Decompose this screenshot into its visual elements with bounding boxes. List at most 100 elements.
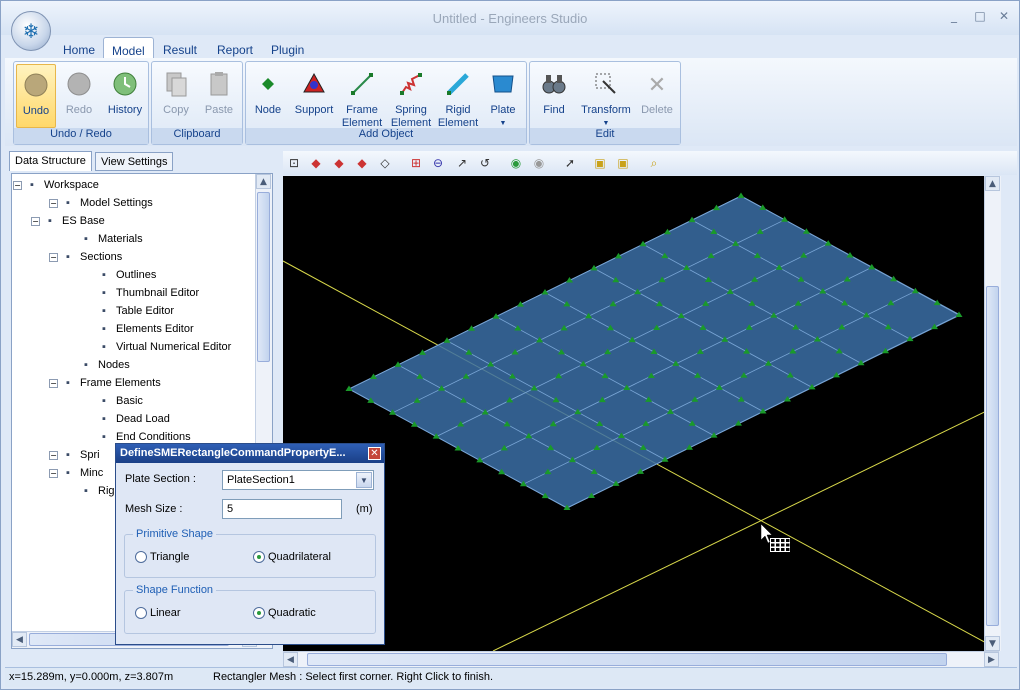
radio-quadrilateral[interactable]: Quadrilateral: [253, 551, 331, 564]
delete-button[interactable]: ✕ Delete: [636, 64, 678, 117]
tab-view-settings[interactable]: View Settings: [95, 152, 174, 171]
redo-button[interactable]: Redo: [58, 64, 100, 117]
close-button[interactable]: ✕: [995, 9, 1013, 25]
transform-button[interactable]: Transform ▼: [578, 64, 634, 130]
tree-item[interactable]: ▪ Dead Load: [96, 410, 170, 428]
tree-item[interactable]: ▪ Materials: [78, 230, 143, 248]
scroll-up-icon[interactable]: ▲: [985, 176, 1000, 191]
scroll-thumb[interactable]: [986, 286, 999, 626]
view-iso-icon[interactable]: ◇: [376, 154, 394, 172]
tree-expander[interactable]: −: [13, 181, 22, 190]
tree-item[interactable]: ▪ Spri: [60, 446, 100, 464]
find-button[interactable]: Find: [534, 64, 574, 117]
frame-element-button[interactable]: Frame Element: [338, 64, 386, 130]
pan-icon[interactable]: ↗: [453, 154, 471, 172]
scroll-up-icon[interactable]: ▲: [256, 174, 271, 189]
radio-quadratic[interactable]: Quadratic: [253, 607, 316, 620]
primitive-shape-group: Primitive Shape Triangle Quadrilateral: [124, 528, 376, 578]
tree-expander[interactable]: −: [49, 469, 58, 478]
tree-item[interactable]: ▪ Nodes: [78, 356, 130, 374]
pointer-icon[interactable]: ➚: [561, 154, 579, 172]
rigid-element-button[interactable]: Rigid Element: [436, 64, 480, 130]
view-top-icon[interactable]: ◆: [353, 154, 371, 172]
tree-node-icon: ▪: [66, 449, 70, 462]
undo-icon: [20, 69, 52, 101]
rigid-element-icon: [442, 68, 474, 100]
back-icon[interactable]: ◉: [507, 154, 525, 172]
tree-expander[interactable]: −: [31, 217, 40, 226]
tree-item[interactable]: ▪ Sections: [60, 248, 122, 266]
dialog-close-icon[interactable]: ✕: [368, 447, 381, 460]
model-canvas[interactable]: [283, 176, 1001, 651]
tree-item[interactable]: ▪ ES Base: [42, 212, 105, 230]
tree-item[interactable]: ▪ Rigi: [78, 482, 117, 500]
plate-section-label: Plate Section :: [125, 473, 196, 485]
zoom-out-icon[interactable]: ⊖: [429, 154, 447, 172]
model-viewport[interactable]: ▲ ▼: [283, 176, 1001, 651]
maximize-button[interactable]: □: [971, 9, 989, 25]
scroll-left-icon[interactable]: ◀: [283, 652, 298, 667]
scroll-down-icon[interactable]: ▼: [985, 636, 1000, 651]
tree-item[interactable]: ▪ Outlines: [96, 266, 156, 284]
box-select-icon[interactable]: ▣: [591, 154, 609, 172]
view-front-icon[interactable]: ◆: [307, 154, 325, 172]
scroll-thumb[interactable]: [307, 653, 947, 666]
primitive-shape-legend: Primitive Shape: [133, 528, 217, 540]
tree-node-icon: ▪: [102, 413, 106, 426]
viewport-vertical-scrollbar[interactable]: ▲ ▼: [984, 176, 1001, 651]
tree-expander[interactable]: −: [49, 379, 58, 388]
zoom-extents-icon[interactable]: ⊞: [407, 154, 425, 172]
radio-icon: [135, 551, 147, 564]
copy-button[interactable]: Copy: [156, 64, 196, 117]
chevron-down-icon[interactable]: ▼: [356, 472, 372, 488]
tab-home[interactable]: Home: [55, 37, 103, 59]
tree-expander[interactable]: −: [49, 451, 58, 460]
scroll-left-icon[interactable]: ◀: [12, 632, 27, 647]
viewport-horizontal-scrollbar[interactable]: ◀ ▶: [283, 651, 999, 667]
tree-item[interactable]: ▪ Model Settings: [60, 194, 153, 212]
select-all-icon[interactable]: ⊡: [285, 154, 303, 172]
radio-linear[interactable]: Linear: [135, 607, 181, 620]
history-icon: [109, 68, 141, 100]
mesh-size-input[interactable]: 5: [222, 499, 342, 519]
tree-expander[interactable]: −: [49, 199, 58, 208]
minimize-button[interactable]: _: [945, 9, 963, 25]
undo-button[interactable]: Undo: [16, 64, 56, 128]
spring-element-button[interactable]: Spring Element: [388, 64, 434, 130]
rotate-icon[interactable]: ↺: [476, 154, 494, 172]
tree-item[interactable]: ▪ Elements Editor: [96, 320, 194, 338]
mesh-cursor-cell: [781, 548, 785, 551]
tree-node-icon: ▪: [102, 395, 106, 408]
tab-data-structure[interactable]: Data Structure: [9, 151, 92, 171]
tree-expander[interactable]: −: [49, 253, 58, 262]
tree-item[interactable]: ▪ Virtual Numerical Editor: [96, 338, 231, 356]
tree-item[interactable]: ▪ Basic: [96, 392, 143, 410]
plate-section-select[interactable]: PlateSection1 ▼: [222, 470, 374, 490]
paste-button[interactable]: Paste: [198, 64, 240, 117]
radio-triangle[interactable]: Triangle: [135, 551, 189, 564]
tab-plugin[interactable]: Plugin: [263, 37, 312, 59]
tree-item[interactable]: ▪ Table Editor: [96, 302, 174, 320]
tree-item[interactable]: ▪ Frame Elements: [60, 374, 161, 392]
group-label-edit: Edit: [530, 128, 680, 144]
scroll-thumb[interactable]: [257, 192, 270, 362]
tree-node-icon: ▪: [84, 485, 88, 498]
plate-button[interactable]: Plate ▼: [482, 64, 524, 130]
tab-report[interactable]: Report: [209, 37, 261, 59]
lasso-select-icon[interactable]: ▣: [614, 154, 632, 172]
view-side-icon[interactable]: ◆: [330, 154, 348, 172]
group-edit: Find Transform ▼ ✕ Delete Edit: [529, 61, 681, 145]
tree-item[interactable]: ▪ Workspace: [24, 176, 99, 194]
tree-item[interactable]: ▪ Thumbnail Editor: [96, 284, 199, 302]
search-icon[interactable]: ⌕: [645, 154, 663, 172]
node-button[interactable]: Node: [248, 64, 288, 117]
support-button[interactable]: Support: [292, 64, 336, 117]
tab-result[interactable]: Result: [155, 37, 205, 59]
scroll-right-icon[interactable]: ▶: [984, 652, 999, 667]
tab-model[interactable]: Model: [103, 37, 154, 59]
forward-icon[interactable]: ◉: [530, 154, 548, 172]
tree-item[interactable]: ▪ Minc: [60, 464, 103, 482]
app-logo[interactable]: ❄: [11, 11, 51, 51]
group-clipboard: Copy Paste Clipboard: [151, 61, 243, 145]
history-button[interactable]: History: [102, 64, 148, 117]
